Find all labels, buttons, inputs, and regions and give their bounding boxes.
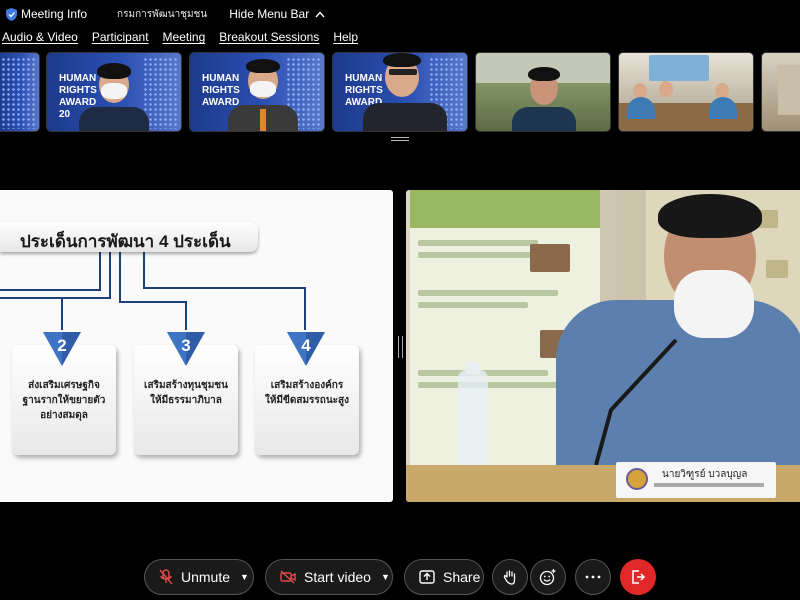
speaker-mask <box>674 270 754 338</box>
more-options-button[interactable] <box>575 559 611 595</box>
award-backdrop-text: HUMAN RIGHTS AWARD <box>202 73 240 108</box>
leave-meeting-button[interactable] <box>620 559 656 595</box>
video-off-icon <box>280 570 296 584</box>
top-bar: Meeting Info กรมการพัฒนาชุมชน Hide Menu … <box>0 0 800 28</box>
emblem-icon <box>626 468 648 490</box>
participant-thumbnail-strip: HUMAN RIGHTS AWARD 20 HUMAN RIGHTS AWARD HUMA… <box>0 52 800 132</box>
reactions-button[interactable] <box>530 559 566 595</box>
menu-breakout-sessions[interactable]: Breakout Sessions <box>219 30 319 50</box>
shield-icon <box>6 7 17 21</box>
participant-thumbnail[interactable]: HUMAN RIGHTS AWARD 20 <box>46 52 182 132</box>
emoji-icon <box>539 569 556 586</box>
card-number: 3 <box>181 336 191 355</box>
menu-help[interactable]: Help <box>333 30 358 50</box>
exit-icon <box>632 570 646 584</box>
chevron-up-icon <box>315 10 325 17</box>
share-label: Share <box>443 569 481 585</box>
card-text: เสริมสร้างทุนชุมชน ให้มีธรรมาภิบาล <box>144 380 228 406</box>
nameplate-name: นายวิฑูรย์ บวลบุญล <box>662 469 748 480</box>
participant-thumbnail[interactable] <box>761 52 800 132</box>
participant-thumbnail[interactable]: HUMAN RIGHTS AWARD <box>189 52 325 132</box>
raise-hand-button[interactable] <box>492 559 528 595</box>
water-bottle <box>458 370 488 480</box>
hand-icon <box>503 570 516 585</box>
menu-bar: Audio & Video Participant Meeting Breako… <box>0 30 358 50</box>
split-divider-handle[interactable] <box>398 336 403 358</box>
meeting-info-label: Meeting Info <box>21 7 88 21</box>
unmute-button[interactable]: Unmute ▼ <box>144 559 254 595</box>
participant-thumbnail[interactable] <box>475 52 611 132</box>
ellipsis-icon <box>585 575 601 579</box>
shared-slide: ประเด็นการพัฒนา 4 ประเด็น 2 3 4 ส่งเสริม… <box>0 190 393 502</box>
active-speaker-video[interactable]: นายวิฑูรย์ บวลบุญล <box>406 190 800 502</box>
unmute-label: Unmute <box>181 569 231 585</box>
organization-name: กรมการพัฒนาชุมชน <box>117 8 208 20</box>
microphone-muted-icon <box>159 569 173 585</box>
card-number: 2 <box>57 336 67 355</box>
share-button[interactable]: Share <box>404 559 484 595</box>
participant-thumbnail[interactable]: HUMAN RIGHTS AWARD <box>332 52 468 132</box>
hide-menu-bar-label: Hide Menu Bar <box>229 7 310 21</box>
chevron-down-icon[interactable]: ▼ <box>381 572 390 582</box>
start-video-button[interactable]: Start video ▼ <box>265 559 393 595</box>
hide-menu-bar-button[interactable]: Hide Menu Bar <box>229 7 325 21</box>
participant-thumbnail[interactable] <box>0 52 40 132</box>
card-number: 4 <box>301 336 311 355</box>
card-text: ส่งเสริมเศรษฐกิจ ฐานรากให้ขยายตัว อย่างสมด… <box>22 380 106 421</box>
slide-title: ประเด็นการพัฒนา 4 ประเด็น <box>20 232 231 251</box>
share-icon <box>419 570 435 584</box>
chevron-down-icon[interactable]: ▼ <box>240 572 249 582</box>
card-text: เสริมสร้างองค์กร ให้มีขีดสมรรถนะสูง <box>264 380 350 406</box>
resize-handle[interactable] <box>391 137 409 141</box>
meeting-toolbar: Unmute ▼ Start video ▼ Share <box>0 556 800 598</box>
participant-thumbnail[interactable] <box>618 52 754 132</box>
menu-participant[interactable]: Participant <box>92 30 149 50</box>
menu-audio-video[interactable]: Audio & Video <box>2 30 78 50</box>
menu-meeting[interactable]: Meeting <box>163 30 206 50</box>
start-video-label: Start video <box>304 569 371 585</box>
meeting-info-button[interactable]: Meeting Info <box>6 7 87 21</box>
